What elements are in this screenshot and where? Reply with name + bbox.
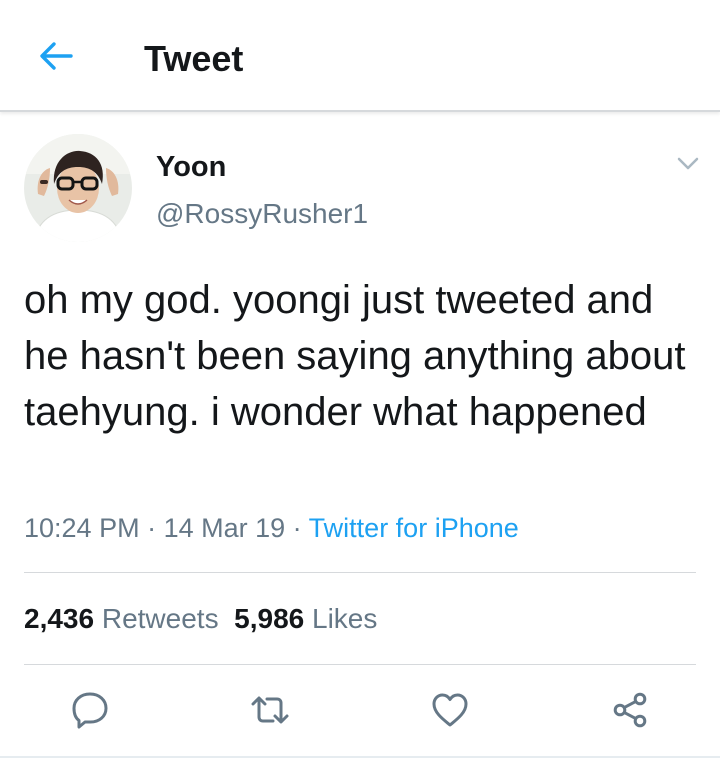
bottom-divider [0,756,720,758]
page-title: Tweet [144,38,244,79]
tweet-time: 10:24 PM [24,513,140,543]
share-icon [613,692,647,728]
reply-icon [72,692,108,729]
like-button[interactable] [424,684,476,736]
likes-stat[interactable]: 5,986 Likes [234,603,377,634]
chevron-down-icon [677,157,699,170]
back-button[interactable] [34,36,78,76]
retweet-icon [251,696,289,724]
meta-separator: · [285,513,309,543]
share-button[interactable] [604,684,656,736]
retweets-stat[interactable]: 2,436 Retweets [24,603,219,634]
divider [24,664,696,665]
arrow-left-icon [40,42,73,70]
divider [24,572,696,573]
engagement-counts: 2,436 Retweets 5,986 Likes [24,601,377,637]
likes-count: 5,986 [234,603,305,634]
author-display-name[interactable]: Yoon [156,150,226,184]
tweet-metadata: 10:24 PM · 14 Mar 19 · Twitter for iPhon… [24,510,519,546]
avatar[interactable] [24,134,132,242]
meta-separator: · [139,513,164,543]
action-bar [0,684,720,736]
like-icon [432,693,468,727]
top-bar: Tweet [0,0,720,112]
tweet-date: 14 Mar 19 [163,513,286,543]
author-handle[interactable]: @RossyRusher1 [156,197,368,231]
tweet-source-link[interactable]: Twitter for iPhone [309,513,519,543]
retweets-count: 2,436 [24,603,95,634]
retweet-button[interactable] [244,684,296,736]
tweet-options-button[interactable] [672,148,704,180]
tweet-text: oh my god. yoongi just tweeted and he ha… [24,278,686,434]
retweets-label: Retweets [101,603,219,634]
reply-button[interactable] [64,684,116,736]
likes-label: Likes [312,603,378,634]
